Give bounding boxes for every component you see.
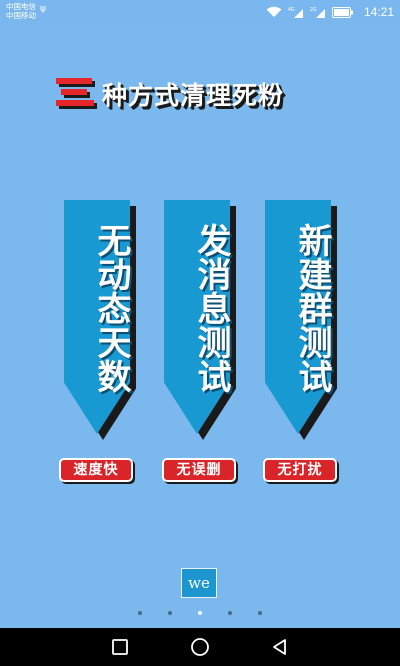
banner-no-activity: 无动态天数 (64, 200, 136, 440)
page-dot[interactable] (258, 611, 262, 615)
network-1-label: 4G (288, 7, 295, 13)
three-mark (56, 78, 96, 106)
tag-no-disturb: 无打扰 (263, 458, 337, 482)
signal-icon: 4G (288, 7, 303, 18)
carrier-2: 中国移动 (6, 11, 36, 20)
banner-label: 无动态天数 (91, 223, 131, 393)
page-title: 种方式清理死粉 (56, 74, 356, 114)
recent-apps-icon[interactable] (110, 637, 130, 657)
tag-no-misdelete: 无误删 (162, 458, 236, 482)
page-dot[interactable] (138, 611, 142, 615)
signal-2-icon: 2G (310, 7, 325, 18)
we-logo: we (181, 568, 217, 598)
banner-group-test: 新建群测试 (265, 200, 337, 440)
usb-icon: ψ (40, 4, 46, 14)
wifi-icon (266, 6, 282, 17)
network-2-label: 2G (310, 7, 317, 13)
status-bar: 中国电信 中国移动 ψ 4G 2G 14:21 (0, 0, 400, 24)
carrier-info: 中国电信 中国移动 (6, 2, 36, 20)
status-icons: 4G 2G 14:21 (266, 3, 394, 21)
banner-label: 发消息测试 (191, 223, 231, 393)
page-indicator (138, 611, 262, 617)
banner-label: 新建群测试 (292, 223, 332, 393)
page-dot-active[interactable] (198, 611, 202, 615)
tag-fast: 速度快 (59, 458, 133, 482)
home-icon[interactable] (190, 637, 210, 657)
navigation-bar (0, 628, 400, 666)
page-dot[interactable] (168, 611, 172, 615)
back-icon[interactable] (270, 637, 290, 657)
carrier-1: 中国电信 (6, 2, 36, 11)
battery-icon (331, 6, 353, 18)
page-dot[interactable] (228, 611, 232, 615)
banner-message-test: 发消息测试 (164, 200, 236, 440)
title-text: 种方式清理死粉 (102, 81, 285, 110)
clock: 14:21 (363, 5, 394, 19)
